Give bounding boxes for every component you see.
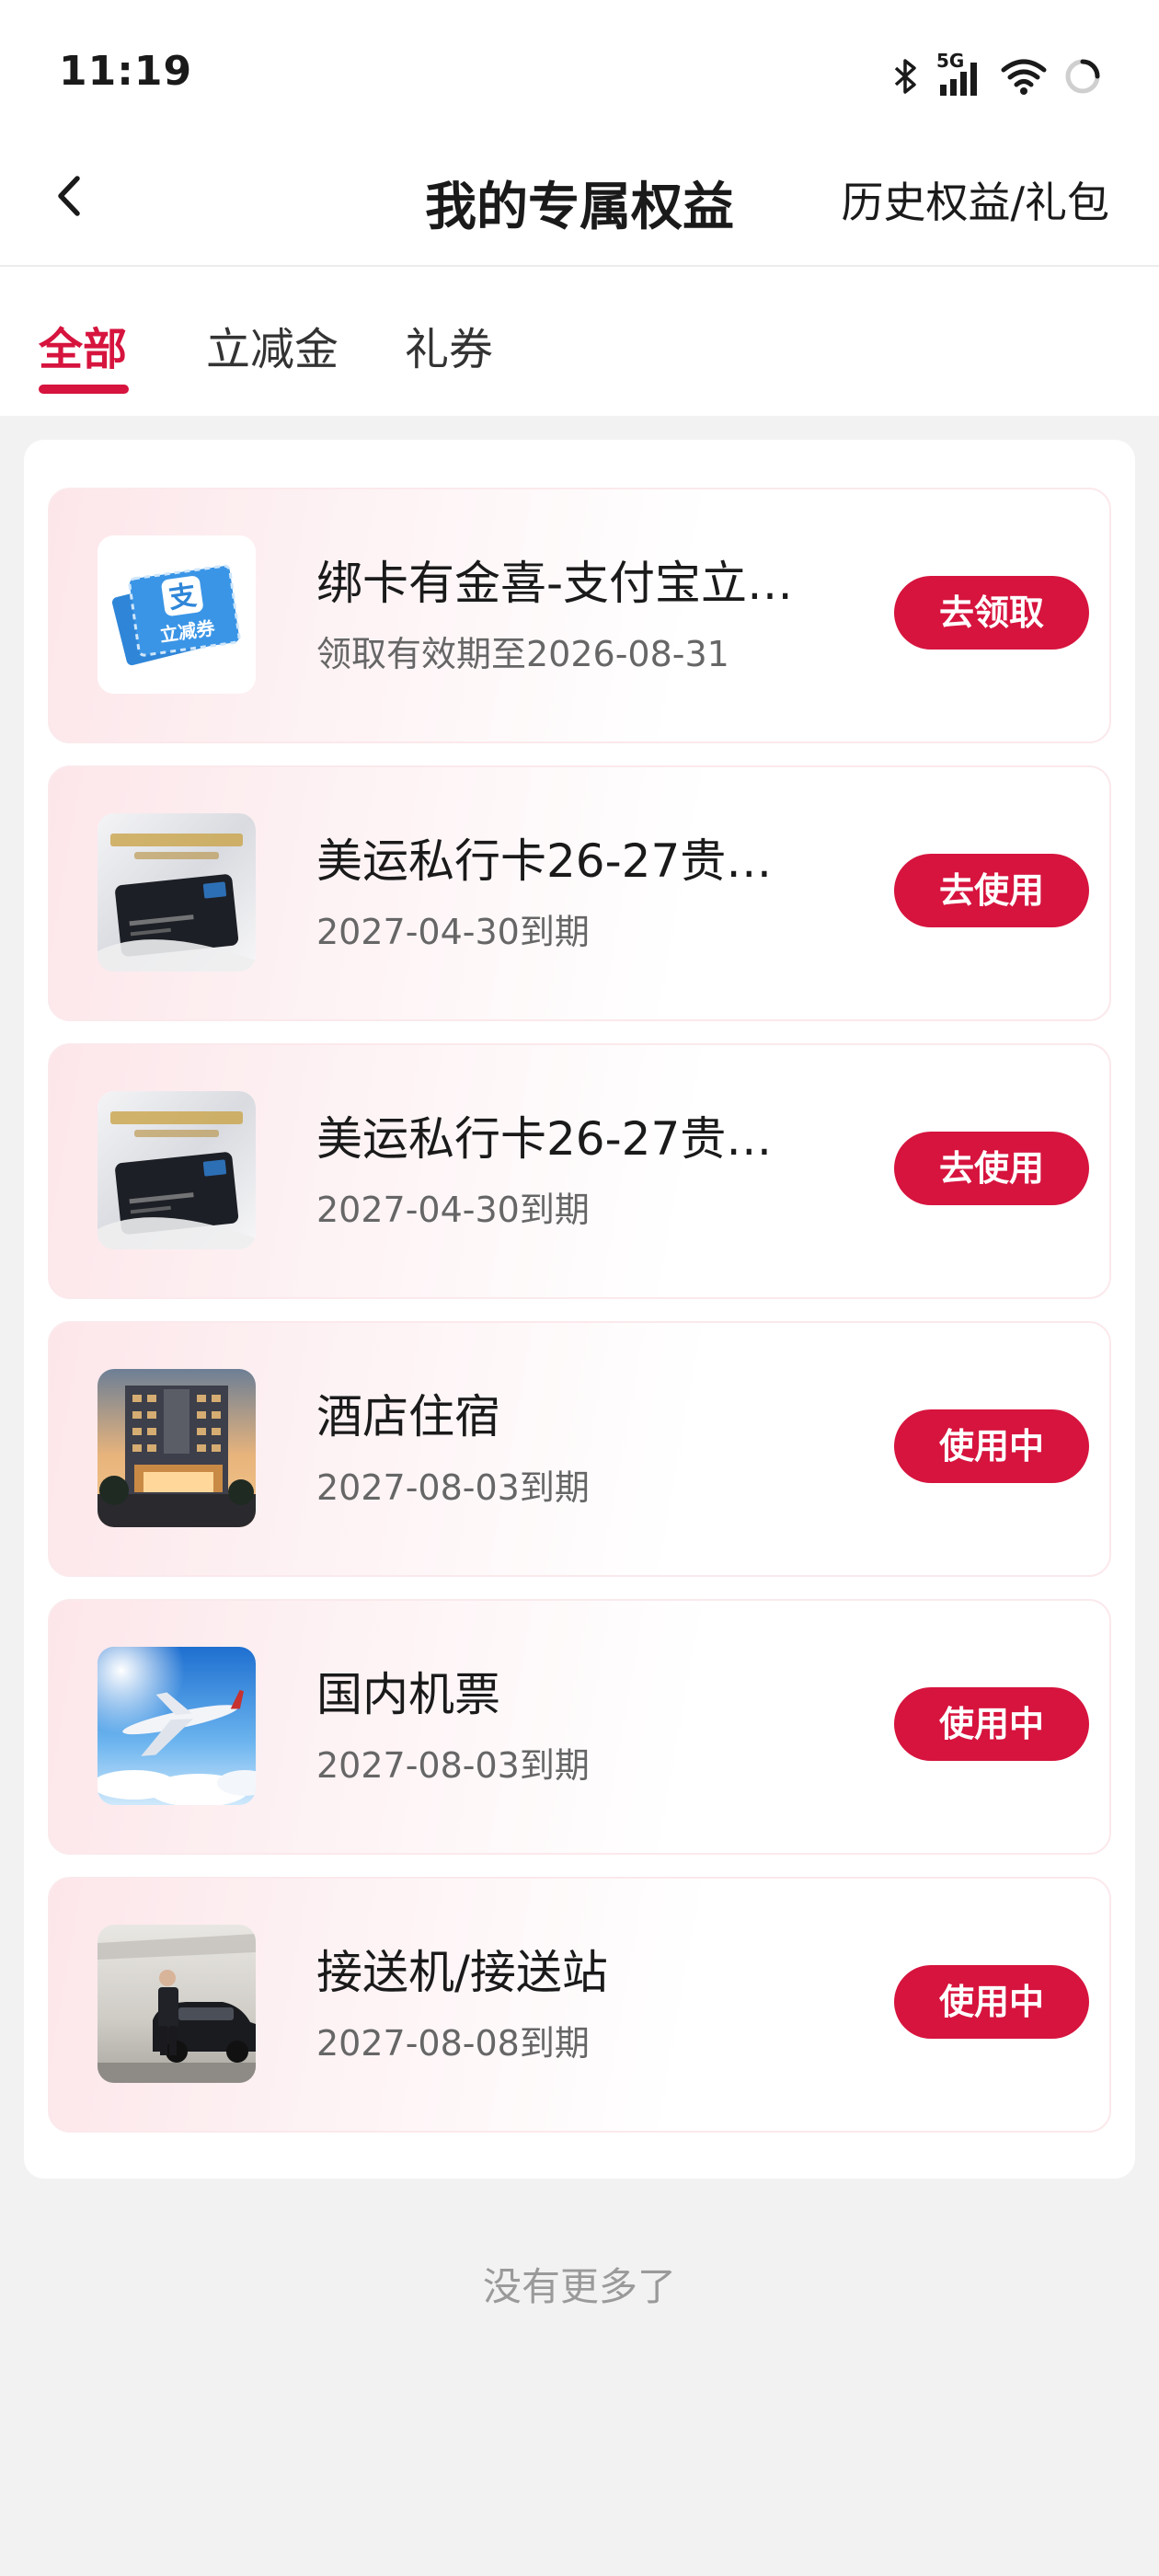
- card-subtitle: 2027-08-03到期: [316, 1745, 590, 1786]
- status-icons: 5G: [890, 50, 1102, 99]
- benefit-card[interactable]: 国内机票 2027-08-03到期 使用中: [48, 1599, 1111, 1855]
- card-title: 接送机/接送站: [316, 1946, 608, 1999]
- card-subtitle: 2027-04-30到期: [316, 1190, 590, 1230]
- history-benefits-link[interactable]: 历史权益/礼包: [842, 169, 1110, 230]
- benefits-panel: 支 立减券 绑卡有金喜-支付宝立… 领取有效期至2026-08-31 去领取 美…: [24, 440, 1135, 2179]
- card-title: 美运私行卡26-27贵…: [316, 1112, 773, 1166]
- benefit-card[interactable]: 支 立减券 绑卡有金喜-支付宝立… 领取有效期至2026-08-31 去领取: [48, 488, 1111, 743]
- active-tab-indicator: [39, 385, 129, 394]
- no-more-text: 没有更多了: [482, 2264, 676, 2309]
- claim-button[interactable]: 去领取: [894, 576, 1089, 650]
- benefit-card[interactable]: 接送机/接送站 2027-08-08到期 使用中: [48, 1877, 1111, 2133]
- card-title: 美运私行卡26-27贵…: [316, 834, 773, 888]
- private-bank-card-image: [98, 1091, 256, 1249]
- status-time: 11:19: [59, 48, 193, 95]
- card-subtitle: 2027-04-30到期: [316, 912, 590, 952]
- in-use-button[interactable]: 使用中: [894, 1965, 1089, 2039]
- alipay-coupon-icon: 支 立减券: [98, 535, 256, 694]
- nav-header: 我的专属权益 历史权益/礼包: [0, 138, 1159, 265]
- card-title: 酒店住宿: [316, 1390, 500, 1443]
- use-button[interactable]: 去使用: [894, 854, 1089, 927]
- card-subtitle: 2027-08-08到期: [316, 2023, 590, 2064]
- in-use-button[interactable]: 使用中: [894, 1687, 1089, 1761]
- card-subtitle: 领取有效期至2026-08-31: [316, 634, 729, 674]
- card-title: 国内机票: [316, 1668, 500, 1721]
- benefit-card[interactable]: 美运私行卡26-27贵… 2027-04-30到期 去使用: [48, 765, 1111, 1021]
- wifi-icon: [1001, 59, 1047, 95]
- signal-icon: 5G: [936, 50, 984, 98]
- bluetooth-icon: [894, 59, 916, 94]
- tab-coupons[interactable]: 礼券: [405, 313, 493, 377]
- loading-icon: [1065, 59, 1100, 94]
- tab-all[interactable]: 全部: [39, 313, 127, 377]
- use-button[interactable]: 去使用: [894, 1132, 1089, 1205]
- private-bank-card-image: [98, 813, 256, 972]
- tab-bar: 全部 立减金 礼券: [0, 267, 1159, 416]
- benefit-card[interactable]: 酒店住宿 2027-08-03到期 使用中: [48, 1321, 1111, 1577]
- svg-text:支: 支: [166, 580, 199, 615]
- tab-discount[interactable]: 立减金: [206, 313, 339, 377]
- benefit-card[interactable]: 美运私行卡26-27贵… 2027-04-30到期 去使用: [48, 1043, 1111, 1299]
- card-title: 绑卡有金喜-支付宝立…: [316, 557, 794, 610]
- in-use-button[interactable]: 使用中: [894, 1409, 1089, 1483]
- car-chauffeur-image: [98, 1925, 256, 2083]
- airplane-image: [98, 1647, 256, 1805]
- status-bar: 11:19 5G: [0, 0, 1159, 138]
- card-subtitle: 2027-08-03到期: [316, 1467, 590, 1508]
- hotel-image: [98, 1369, 256, 1527]
